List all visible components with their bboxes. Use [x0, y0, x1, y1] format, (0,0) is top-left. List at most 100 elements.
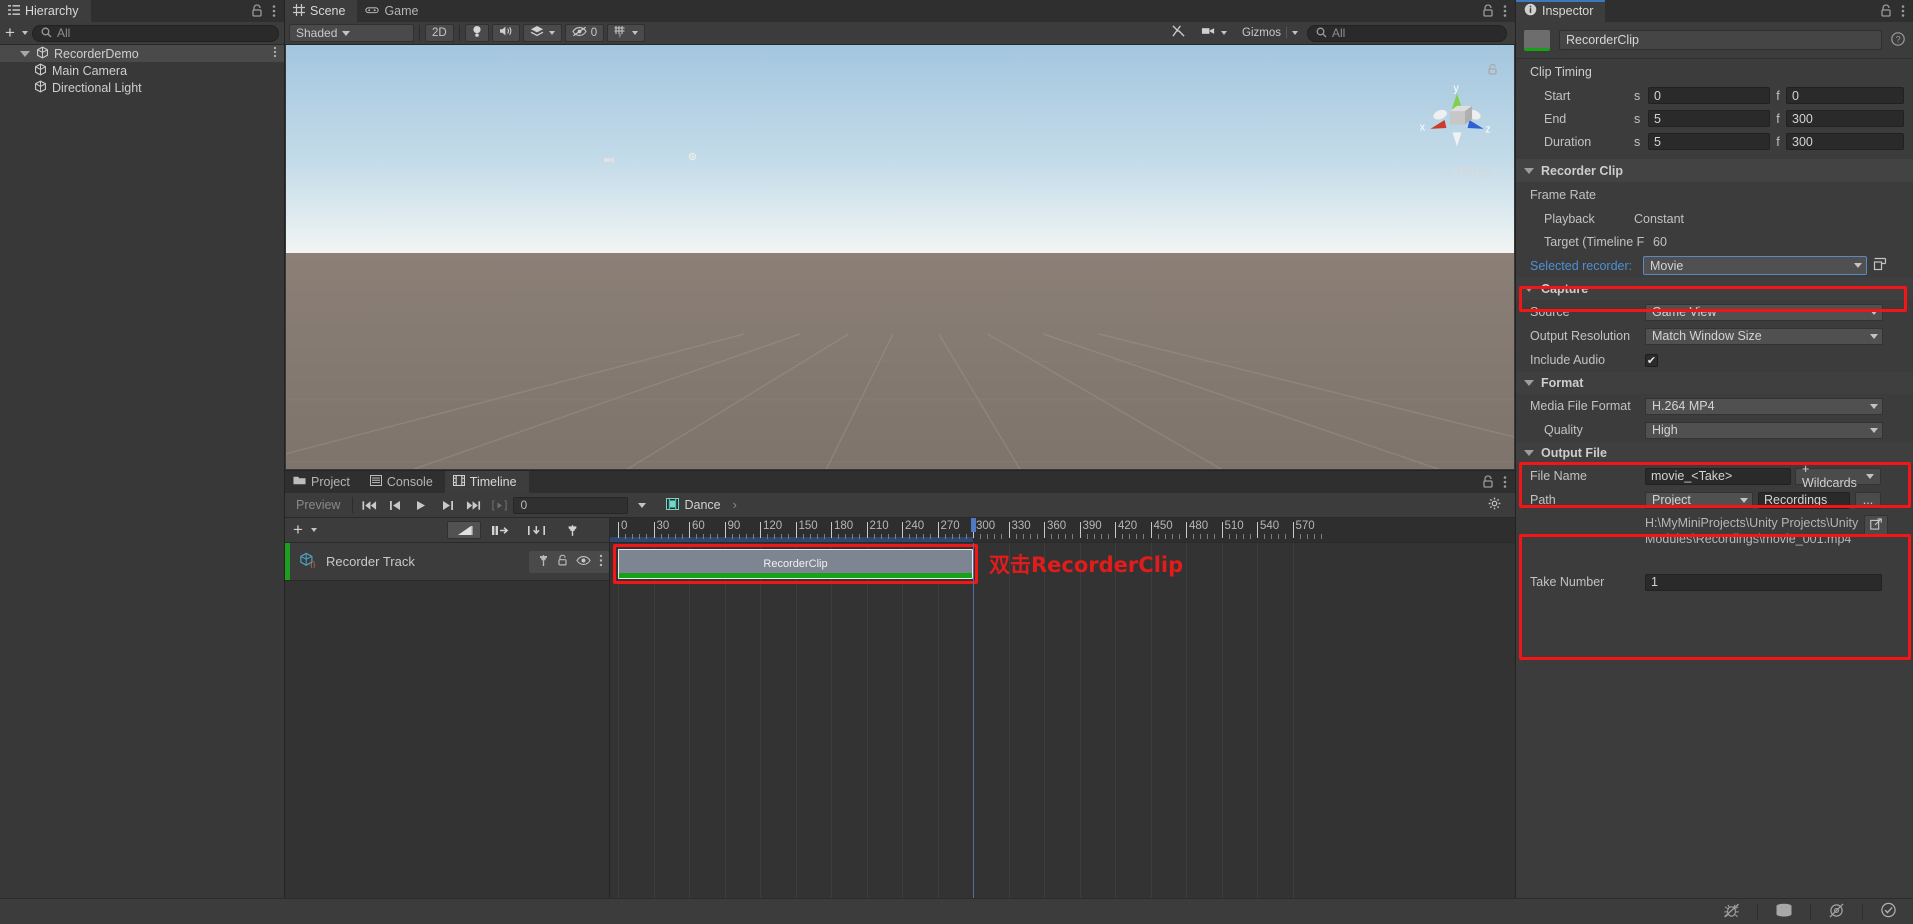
timeline-clip-recorderclip[interactable]: RecorderClip — [618, 549, 973, 579]
previous-frame-button[interactable] — [383, 496, 407, 515]
mix-mode-button[interactable] — [447, 521, 481, 539]
unity-prefab-icon — [36, 46, 49, 62]
mute-preview-icon[interactable] — [1828, 903, 1845, 921]
gizmo-lock-icon[interactable] — [1487, 63, 1498, 78]
take-number-input[interactable]: 1 — [1645, 573, 1882, 591]
hierarchy-add-button[interactable]: + — [5, 24, 28, 41]
tab-scene[interactable]: Scene — [285, 0, 358, 22]
recorder-clip-section-header[interactable]: Recorder Clip — [1516, 159, 1913, 182]
scene-tools-button[interactable] — [1165, 24, 1192, 42]
file-name-input[interactable]: movie_<Take> — [1645, 467, 1791, 485]
ready-check-icon[interactable] — [1880, 902, 1897, 921]
start-frames-input[interactable]: 0 — [1786, 87, 1904, 104]
scene-fx-dropdown[interactable] — [522, 24, 562, 42]
layers-icon[interactable] — [1775, 903, 1793, 921]
ruler-minor-tick — [1001, 534, 1003, 539]
lock-icon[interactable] — [557, 554, 568, 569]
format-section-header[interactable]: Format — [1516, 372, 1913, 394]
inspector-object-name[interactable]: RecorderClip — [1559, 30, 1882, 50]
tab-project[interactable]: Project — [285, 471, 362, 493]
help-icon[interactable]: ? — [1891, 31, 1905, 49]
tab-timeline[interactable]: Timeline — [444, 471, 529, 493]
scene-hidden-objects-toggle[interactable]: 0 — [564, 24, 605, 42]
shading-mode-dropdown[interactable]: Shaded — [289, 24, 414, 42]
hierarchy-item-main-camera[interactable]: Main Camera — [0, 62, 284, 79]
duration-frames-input[interactable]: 300 — [1786, 133, 1904, 150]
clip-timing-header: Clip Timing — [1516, 59, 1913, 84]
start-seconds-input[interactable]: 0 — [1648, 87, 1770, 104]
hierarchy-item-recorderdemo[interactable]: RecorderDemo — [0, 45, 284, 62]
output-resolution-dropdown[interactable]: Match Window Size — [1645, 327, 1883, 345]
lock-icon[interactable] — [1482, 4, 1494, 20]
hierarchy-search-input[interactable]: All — [31, 24, 279, 42]
timeline-preview-button[interactable]: Preview — [288, 498, 348, 512]
path-root-dropdown[interactable]: Project — [1645, 491, 1753, 509]
scene-grid-dropdown[interactable]: Y — [607, 24, 646, 42]
pin-icon[interactable] — [538, 554, 549, 570]
chevron-down-icon[interactable] — [20, 50, 30, 57]
timeline-ruler[interactable]: 0 30 60 90 120 150 180 210 240 270 300 330 360 390 420… — [610, 518, 1515, 542]
timeline-frame-dropdown[interactable] — [630, 496, 654, 515]
lock-icon[interactable] — [251, 4, 263, 20]
kebab-menu-icon[interactable] — [1503, 4, 1507, 21]
capture-section-header[interactable]: Capture — [1516, 278, 1913, 300]
scene-viewport[interactable]: < Persp x y z — [286, 45, 1514, 469]
eye-icon[interactable] — [576, 555, 591, 569]
end-seconds-input[interactable]: 5 — [1648, 110, 1770, 127]
lock-markers-button[interactable] — [555, 521, 589, 539]
wildcards-dropdown[interactable]: + Wildcards — [1795, 462, 1881, 490]
output-file-section-header[interactable]: Output File — [1516, 442, 1913, 464]
collapse-bug-icon[interactable] — [1723, 903, 1740, 921]
scene-perspective-label[interactable]: < Persp — [1445, 163, 1492, 178]
selected-recorder-dropdown[interactable]: Movie — [1643, 256, 1867, 275]
tab-game[interactable]: Game — [357, 0, 431, 22]
scene-camera-dropdown[interactable] — [1195, 24, 1233, 42]
toggle-2d-button[interactable]: 2D — [425, 24, 454, 42]
go-to-start-button[interactable] — [357, 496, 381, 515]
timeline-frame-input[interactable]: 0 — [513, 496, 629, 514]
add-track-button[interactable]: + — [293, 521, 317, 538]
kebab-menu-icon[interactable] — [1901, 4, 1905, 21]
source-dropdown[interactable]: Game View — [1645, 303, 1883, 321]
scene-audio-toggle[interactable] — [491, 24, 520, 42]
playhead-handle[interactable] — [971, 518, 976, 532]
scene-lighting-toggle[interactable] — [464, 24, 489, 42]
path-folder-input[interactable]: Recordings — [1758, 491, 1850, 509]
lock-icon[interactable] — [1482, 475, 1494, 491]
open-output-folder-button[interactable] — [1864, 515, 1888, 536]
scene-gizmos-dropdown[interactable]: Gizmos | — [1236, 24, 1304, 42]
track-header-recorder[interactable]: {} Recorder Track — [285, 543, 609, 581]
next-frame-button[interactable] — [435, 496, 459, 515]
hierarchy-item-directional-light[interactable]: Directional Light — [0, 79, 284, 96]
play-button[interactable] — [409, 496, 433, 515]
play-range-button[interactable] — [487, 496, 511, 515]
timeline-settings-button[interactable] — [1482, 496, 1506, 515]
scene-orientation-gizmo[interactable]: x y z — [1418, 81, 1496, 159]
open-recorder-window-icon[interactable] — [1873, 257, 1887, 274]
media-file-format-dropdown[interactable]: H.264 MP4 — [1645, 397, 1883, 415]
kebab-menu-icon[interactable] — [599, 554, 603, 570]
scene-search-input[interactable]: All — [1307, 24, 1507, 42]
lock-icon[interactable] — [1880, 4, 1892, 20]
duration-seconds-input[interactable]: 5 — [1648, 133, 1770, 150]
chevron-down-icon — [1524, 286, 1534, 292]
ruler-label: 330 — [1011, 520, 1031, 532]
kebab-menu-icon[interactable] — [273, 46, 284, 61]
ruler-minor-tick — [731, 534, 733, 539]
browse-path-button[interactable]: ... — [1855, 491, 1881, 509]
ripple-mode-button[interactable] — [483, 521, 517, 539]
end-frames-input[interactable]: 300 — [1786, 110, 1904, 127]
tab-console[interactable]: Console — [361, 471, 445, 493]
replace-mode-button[interactable] — [519, 521, 553, 539]
timeline-asset-selector[interactable]: Dance › — [666, 497, 737, 513]
timeline-clip-area[interactable]: RecorderClip 双击RecorderClip — [610, 543, 1515, 911]
tab-hierarchy[interactable]: Hierarchy — [0, 0, 91, 22]
timeline-playhead[interactable] — [973, 543, 974, 911]
include-audio-checkbox[interactable]: ✔ — [1645, 353, 1658, 367]
tab-inspector[interactable]: Inspector — [1516, 0, 1606, 22]
go-to-end-button[interactable] — [461, 496, 485, 515]
kebab-menu-icon[interactable] — [1503, 475, 1507, 492]
quality-dropdown[interactable]: High — [1645, 421, 1883, 439]
chevron-down-icon — [1870, 427, 1878, 433]
kebab-menu-icon[interactable] — [272, 4, 276, 21]
